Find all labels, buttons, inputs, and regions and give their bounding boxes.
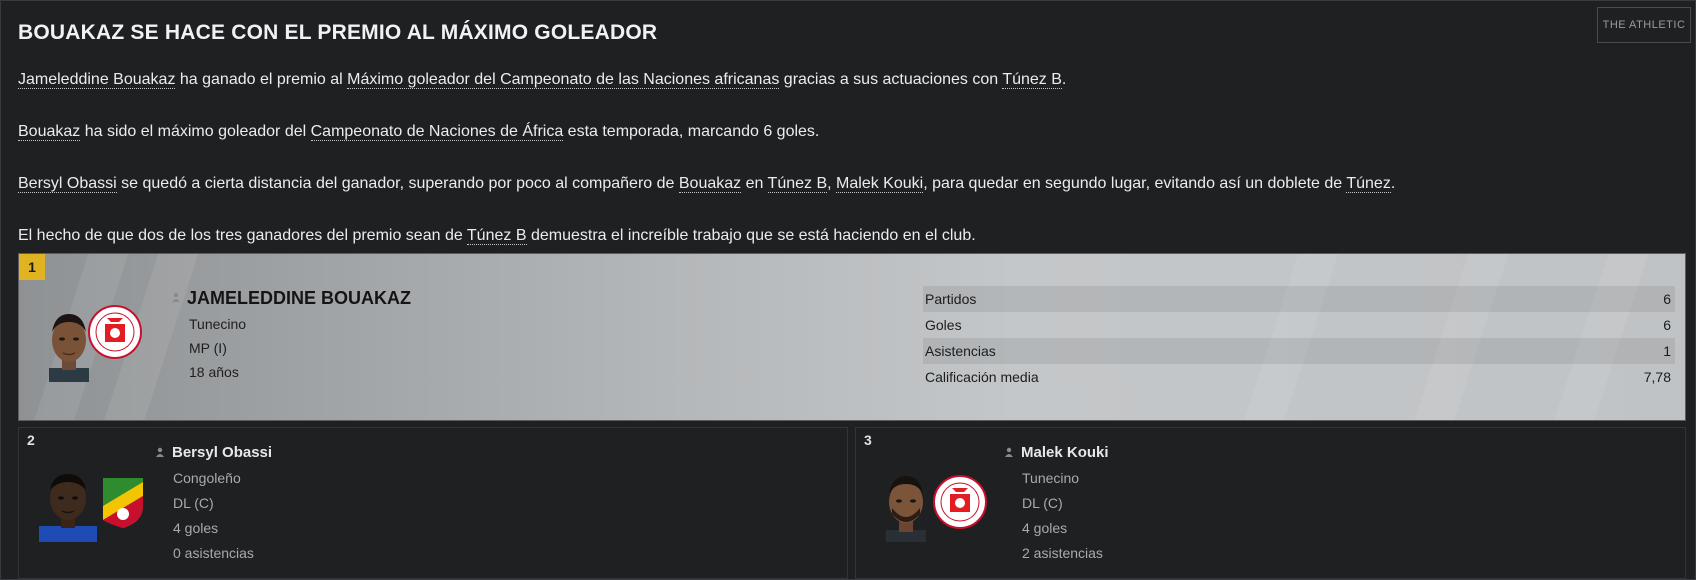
winner-nationality: Tunecino (189, 316, 247, 332)
link-player[interactable]: Jameleddine Bouakaz (18, 71, 176, 89)
player-position: DL (C) (1022, 495, 1063, 511)
source-badge[interactable]: THE ATHLETIC (1597, 7, 1691, 43)
link-competition[interactable]: Campeonato de Naciones de África (310, 123, 564, 141)
player-face[interactable] (33, 464, 103, 542)
tunisia-federation-badge[interactable] (87, 304, 143, 360)
stat-row: Goles 6 (925, 317, 1671, 333)
link-player[interactable]: Malek Kouki (836, 175, 924, 193)
paragraph-1: Jameleddine Bouakaz ha ganado el premio … (18, 71, 1067, 89)
link-club[interactable]: Túnez B (1002, 71, 1062, 89)
winner-stats: Partidos 6 Goles 6 Asistencias 1 Calificaci… (923, 286, 1675, 390)
winner-position: MP (I) (189, 340, 227, 356)
runner-up-card[interactable]: 2 Bersyl Obassi Congoleño DL (C) 4 goles… (18, 427, 848, 579)
player-name[interactable]: Bersyl Obassi (172, 444, 272, 461)
winner-age: 18 años (189, 364, 239, 380)
paragraph-4: El hecho de que dos de los tres ganadore… (18, 227, 976, 245)
paragraph-2: Bouakaz ha sido el máximo goleador del C… (18, 123, 820, 141)
congo-federation-badge[interactable] (99, 474, 147, 530)
player-assists: 2 asistencias (1022, 545, 1103, 561)
link-nation[interactable]: Túnez (1346, 175, 1391, 193)
winner-name[interactable]: JAMELEDDINE BOUAKAZ (187, 288, 411, 309)
link-award[interactable]: Máximo goleador del Campeonato de las Na… (347, 71, 780, 89)
rank-number: 2 (27, 432, 35, 448)
person-icon (156, 447, 164, 457)
link-player[interactable]: Bouakaz (18, 123, 81, 141)
player-assists: 0 asistencias (173, 545, 254, 561)
link-player[interactable]: Bouakaz (678, 175, 742, 193)
tunisia-federation-badge[interactable] (932, 474, 988, 530)
player-goals: 4 goles (1022, 520, 1068, 536)
link-club[interactable]: Túnez B (767, 175, 828, 193)
person-icon (1005, 447, 1013, 457)
runner-up-card[interactable]: 3 Malek Kouki Tunecino DL (C) 4 goles 2 … (855, 427, 1686, 579)
player-goals: 4 goles (173, 520, 219, 536)
stat-row: Calificación media 7,78 (925, 369, 1671, 385)
stat-row: Partidos 6 (923, 286, 1675, 312)
stat-row: Asistencias 1 (923, 338, 1675, 364)
player-nationality: Tunecino (1022, 470, 1080, 486)
rank-number: 3 (864, 432, 872, 448)
person-icon (172, 292, 180, 302)
player-face[interactable] (878, 470, 934, 542)
player-position: DL (C) (173, 495, 214, 511)
winner-card[interactable]: 1 JAMELEDDINE BOUAKAZ Tunecino MP (I) 18… (18, 253, 1686, 421)
player-name[interactable]: Malek Kouki (1021, 444, 1109, 461)
player-nationality: Congoleño (173, 470, 241, 486)
link-club[interactable]: Túnez B (466, 227, 527, 245)
paragraph-3: Bersyl Obassi se quedó a cierta distanci… (18, 175, 1396, 193)
link-player[interactable]: Bersyl Obassi (18, 175, 117, 193)
news-panel: BOUAKAZ SE HACE CON EL PREMIO AL MÁXIMO … (0, 0, 1696, 580)
rank-badge: 1 (19, 254, 45, 280)
news-headline: BOUAKAZ SE HACE CON EL PREMIO AL MÁXIMO … (18, 21, 658, 44)
